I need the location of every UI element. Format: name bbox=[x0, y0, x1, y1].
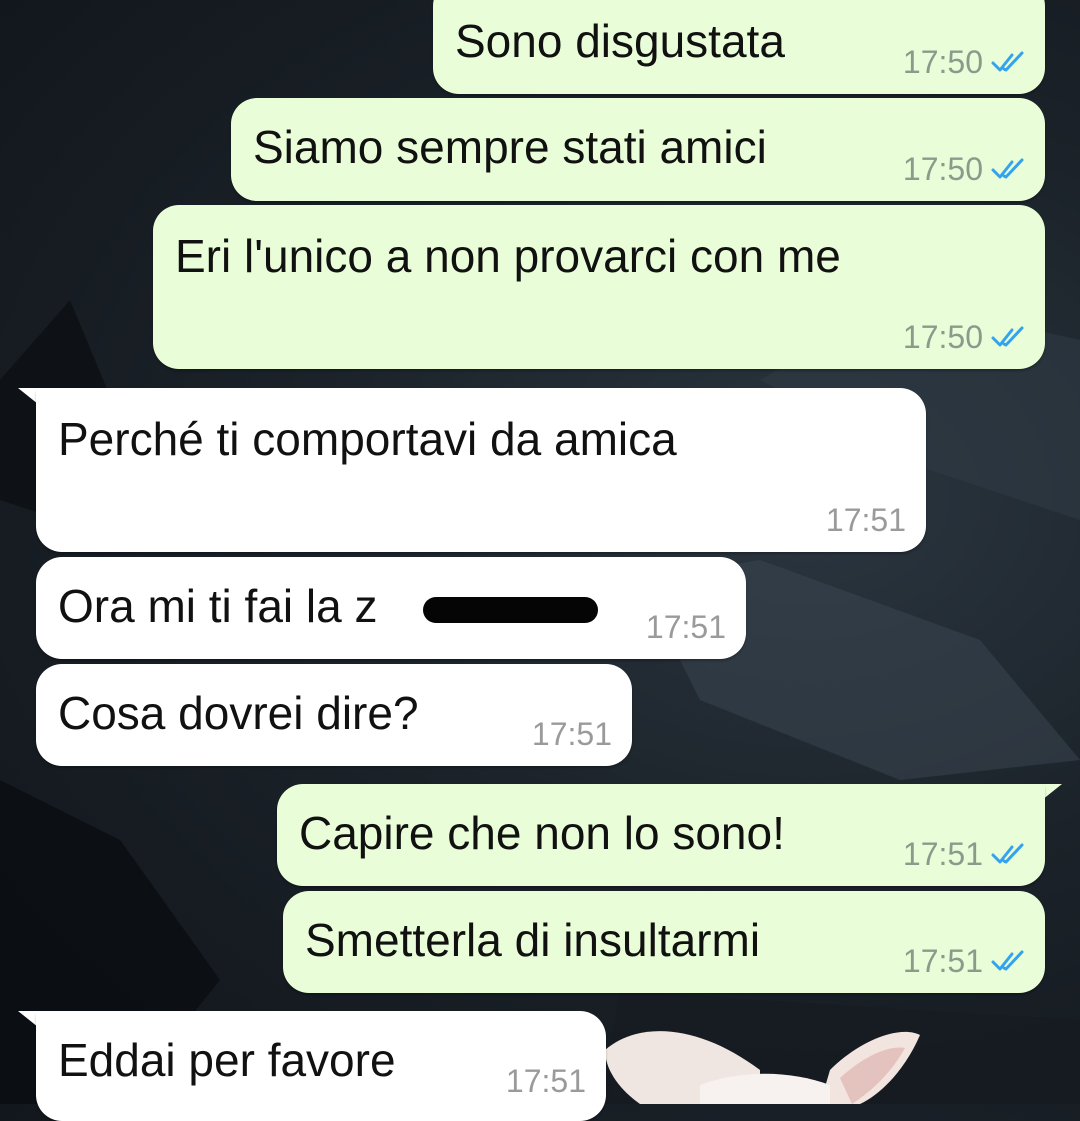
message-meta: 17:51 bbox=[532, 714, 612, 754]
lamb-ear-icon bbox=[605, 1031, 920, 1104]
message-bubble-outgoing[interactable]: Smetterla di insultarmi 17:51 bbox=[283, 891, 1045, 993]
message-meta: 17:50 bbox=[903, 149, 1025, 189]
message-time: 17:51 bbox=[902, 836, 983, 872]
message-text: Ora mi ti fai la z bbox=[58, 580, 378, 632]
double-check-read-icon bbox=[991, 843, 1024, 864]
message-time: 17:50 bbox=[902, 319, 983, 355]
message-meta: 17:51 bbox=[903, 834, 1025, 874]
message-bubble-incoming[interactable]: Cosa dovrei dire? 17:51 bbox=[36, 664, 632, 766]
message-bubble-outgoing[interactable]: Sono disgustata 17:50 bbox=[433, 0, 1045, 94]
message-meta: 17:50 bbox=[903, 317, 1025, 357]
message-text: Smetterla di insultarmi bbox=[305, 914, 761, 966]
redaction-scribble bbox=[423, 597, 598, 623]
double-check-read-icon bbox=[991, 158, 1024, 179]
message-bubble-outgoing[interactable]: Siamo sempre stati amici 17:50 bbox=[231, 98, 1045, 201]
message-time: 17:51 bbox=[531, 716, 612, 752]
double-check-read-icon bbox=[991, 326, 1024, 347]
message-meta: 17:51 bbox=[506, 1061, 586, 1101]
double-check-read-icon bbox=[991, 950, 1024, 971]
message-text: Eri l'unico a non provarci con me bbox=[175, 230, 841, 282]
message-bubble-incoming[interactable]: Ora mi ti fai la z 17:51 bbox=[36, 557, 746, 659]
message-meta: 17:51 bbox=[826, 500, 906, 540]
message-meta: 17:51 bbox=[646, 607, 726, 647]
message-text: Siamo sempre stati amici bbox=[253, 121, 767, 173]
double-check-read-icon bbox=[991, 51, 1024, 72]
message-bubble-outgoing[interactable]: Capire che non lo sono! 17:51 bbox=[277, 784, 1045, 886]
message-text: Eddai per favore bbox=[58, 1034, 396, 1086]
message-meta: 17:51 bbox=[903, 941, 1025, 981]
message-text: Capire che non lo sono! bbox=[299, 807, 785, 859]
message-meta: 17:50 bbox=[903, 42, 1025, 82]
message-text: Sono disgustata bbox=[455, 15, 785, 67]
message-text: Perché ti comportavi da amica bbox=[58, 413, 677, 465]
message-time: 17:50 bbox=[902, 44, 983, 80]
message-bubble-incoming[interactable]: Eddai per favore 17:51 bbox=[36, 1011, 606, 1121]
message-text: Cosa dovrei dire? bbox=[58, 687, 419, 739]
message-time: 17:51 bbox=[825, 502, 906, 538]
message-time: 17:51 bbox=[645, 609, 726, 645]
message-time: 17:50 bbox=[902, 151, 983, 187]
message-time: 17:51 bbox=[902, 943, 983, 979]
message-bubble-incoming[interactable]: Perché ti comportavi da amica 17:51 bbox=[36, 388, 926, 552]
message-bubble-outgoing[interactable]: Eri l'unico a non provarci con me 17:50 bbox=[153, 205, 1045, 369]
message-time: 17:51 bbox=[505, 1063, 586, 1099]
